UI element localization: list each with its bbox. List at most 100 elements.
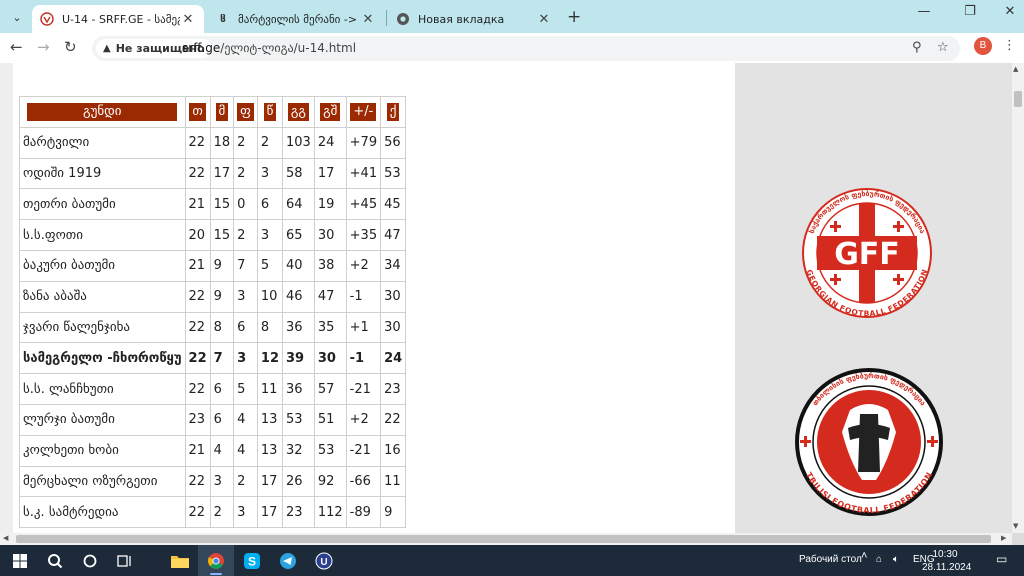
stat-cell: 7 [209,342,235,375]
column-header: გშ [313,96,347,128]
tab-favicon-icon: ჱ [220,13,226,25]
file-explorer-icon[interactable] [162,545,198,576]
stat-cell: 21 [184,188,211,221]
url-text[interactable]: srff.ge/ელიტ-ლიგა/u-14.html [182,41,356,55]
menu-kebab-icon[interactable]: ⋮ [1003,38,1016,53]
tab-u14[interactable]: U-14 - SRFF.GE - სამეგრელო... ✕ [32,5,204,33]
stat-cell: 2 [233,126,258,159]
team-name-cell: სამეგრელო -ჩხოროწყუ [19,342,186,375]
search-icon[interactable] [37,545,73,576]
team-name-cell: თეთრი ბათუმი [19,188,186,221]
stat-cell: 4 [233,403,258,436]
tab-search-button[interactable]: ⌄ [6,6,28,28]
stat-cell: 7 [233,249,258,282]
vertical-scrollbar[interactable]: ▲ ▼ [1012,63,1024,533]
tab-title: მარტვილის მერანი -> თბი... [238,12,360,26]
close-tab-icon[interactable]: ✕ [536,12,552,27]
tbilisi-federation-logo[interactable]: თბილისის ფეხბურთის ფედერაცია TBILISI FOO… [788,352,950,522]
stat-cell: 5 [256,249,284,282]
stat-cell: 2 [233,157,258,190]
stat-cell: 26 [282,465,315,498]
horizontal-scrollbar[interactable]: ◀ ▶ [0,533,1012,545]
stat-cell: +45 [345,188,382,221]
clock-date: 28.11.2024 [922,562,972,573]
stat-cell: 56 [380,126,407,159]
table-row: ლურჯი ბათუმი 23 6 4 13 53 51 +2 22 [19,403,407,436]
stat-cell: +2 [345,403,382,436]
desktop-label[interactable]: Рабочий стол [799,554,862,565]
chevron-up-icon[interactable]: ˄ [861,550,867,562]
bookmark-star-icon[interactable]: ☆ [937,40,949,55]
stat-cell: 20 [184,219,211,251]
clock-time: 10:30 [932,549,958,560]
minimize-icon[interactable]: — [904,4,944,19]
stat-cell: 45 [380,188,407,221]
clock[interactable]: 10:30 28.11.2024 [922,548,972,574]
start-button[interactable] [2,545,38,576]
scroll-right-icon[interactable]: ▶ [1001,534,1006,542]
close-window-icon[interactable]: ✕ [990,4,1024,19]
tab-martvili[interactable]: ჱ მარტვილის მერანი -> თბი... ✕ [208,5,384,33]
forward-arrow-icon[interactable]: → [37,38,50,56]
scroll-thumb[interactable] [16,535,991,543]
team-name-cell: ბაკური ბათუმი [19,249,186,282]
telegram-icon[interactable] [270,545,306,576]
column-header: წ [256,96,284,128]
tab-new[interactable]: Новая вкладка ✕ [388,5,560,33]
zoom-icon[interactable]: ⚲ [912,40,922,55]
stat-cell: 39 [282,342,315,375]
scroll-thumb[interactable] [1014,91,1022,107]
notification-icon[interactable]: ▭ [996,552,1007,566]
gff-logo[interactable]: GFF საქართველოს ფეხბურთის ფედერაცია GEOR… [786,188,948,318]
stat-cell: 3 [233,280,258,313]
stat-cell: 30 [380,311,407,344]
volume-icon[interactable]: 🔈︎ [893,554,899,565]
stat-cell: 17 [313,157,347,190]
stat-cell: +1 [345,311,382,344]
address-bar[interactable]: ▲ Не защищено srff.ge/ელიტ-ლიგა/u-14.htm… [92,36,960,61]
stat-cell: 17 [256,496,284,529]
svg-text:S: S [248,554,256,568]
table-row: ს.ს. ლანჩხუთი 22 6 5 11 36 57 -21 23 [19,373,407,405]
stat-cell: 5 [233,373,258,405]
stat-cell: 19 [313,188,347,221]
cortana-icon[interactable] [72,545,108,576]
stat-cell: 21 [184,249,211,282]
task-view-icon[interactable] [107,545,143,576]
scroll-left-icon[interactable]: ◀ [3,534,8,542]
stat-cell: 11 [380,465,407,498]
profile-avatar[interactable]: B [974,37,992,55]
skype-icon[interactable]: S [234,545,270,576]
stat-cell: 64 [282,188,315,221]
stat-cell: 47 [313,280,347,313]
stat-cell: 65 [282,219,315,251]
scroll-up-icon[interactable]: ▲ [1013,65,1018,73]
url-domain: srff.ge [182,41,221,55]
stat-cell: 46 [282,280,315,313]
network-icon[interactable]: ⌂ [876,554,882,565]
close-tab-icon[interactable]: ✕ [180,12,196,27]
stat-cell: 22 [184,373,211,405]
back-arrow-icon[interactable]: ← [10,38,23,56]
table-row: სამეგრელო -ჩხოროწყუ 22 7 3 12 39 30 -1 24 [19,342,407,375]
app-icon[interactable]: U [306,545,342,576]
stat-cell: 58 [282,157,315,190]
column-header-label: +/- [350,102,377,121]
stat-cell: 6 [209,403,235,436]
stat-cell: 32 [282,434,315,467]
reload-icon[interactable]: ↻ [64,38,77,56]
chrome-taskbar-icon[interactable] [198,545,234,576]
new-tab-icon[interactable]: + [567,7,581,27]
stat-cell: -1 [345,342,382,375]
stat-cell: 9 [209,249,235,282]
restore-icon[interactable]: ❐ [950,4,990,19]
stat-cell: 4 [233,434,258,467]
stat-cell: 21 [184,434,211,467]
stat-cell: 30 [313,219,347,251]
table-row: ს.ს.ფოთი 20 15 2 3 65 30 +35 47 [19,219,407,251]
svg-text:U: U [320,557,327,568]
table-row: კოლხეთი ხობი 21 4 4 13 32 53 -21 16 [19,434,407,467]
scroll-down-icon[interactable]: ▼ [1013,522,1018,530]
stat-cell: 2 [233,465,258,498]
close-tab-icon[interactable]: ✕ [360,12,376,27]
